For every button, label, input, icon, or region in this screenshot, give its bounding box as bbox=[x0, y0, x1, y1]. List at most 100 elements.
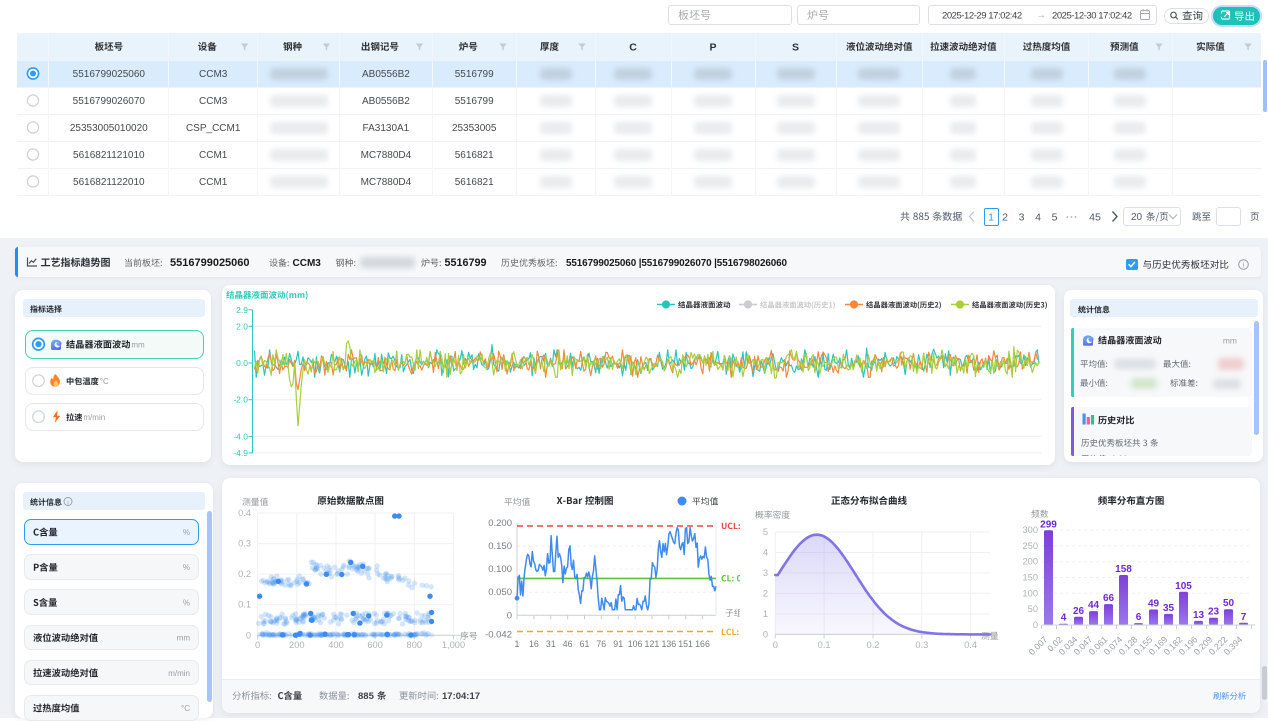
svg-text:5516799026070: 5516799026070 bbox=[73, 96, 146, 107]
svg-text:5616821: 5616821 bbox=[455, 177, 494, 188]
svg-text:158: 158 bbox=[1115, 564, 1132, 575]
svg-text:25353005: 25353005 bbox=[452, 123, 497, 134]
svg-text:600: 600 bbox=[367, 640, 383, 650]
svg-text:i: i bbox=[67, 499, 68, 506]
svg-text:1: 1 bbox=[763, 609, 768, 619]
svg-text:m/min: m/min bbox=[168, 669, 190, 678]
svg-text:300: 300 bbox=[1022, 525, 1038, 535]
svg-text:200: 200 bbox=[1022, 557, 1038, 567]
svg-text:i: i bbox=[1243, 261, 1245, 270]
svg-text:1: 1 bbox=[988, 212, 994, 224]
svg-text:46: 46 bbox=[563, 639, 573, 649]
svg-text:121: 121 bbox=[645, 639, 660, 649]
svg-text:31: 31 bbox=[546, 639, 556, 649]
svg-text:7: 7 bbox=[1241, 612, 1247, 623]
svg-text:50: 50 bbox=[1223, 598, 1235, 609]
svg-text:1: 1 bbox=[515, 639, 520, 649]
svg-text:4: 4 bbox=[763, 548, 768, 558]
svg-text:400: 400 bbox=[328, 640, 344, 650]
svg-text:5516799025060 |5516799026070 |: 5516799025060 |5516799026070 |5516798026… bbox=[566, 258, 788, 269]
svg-text:200: 200 bbox=[289, 640, 305, 650]
svg-text:44: 44 bbox=[1088, 600, 1100, 611]
svg-text:2025-12-29 17:02:42: 2025-12-29 17:02:42 bbox=[942, 11, 1022, 22]
svg-text:61: 61 bbox=[580, 639, 590, 649]
svg-text:3: 3 bbox=[1019, 212, 1025, 224]
svg-text:CCM1: CCM1 bbox=[199, 177, 228, 188]
svg-text:mm: mm bbox=[1223, 336, 1237, 346]
svg-text:49: 49 bbox=[1148, 599, 1160, 610]
svg-text:CCM1: CCM1 bbox=[199, 150, 228, 161]
svg-text:0: 0 bbox=[763, 629, 768, 639]
svg-text:100: 100 bbox=[1022, 588, 1038, 598]
svg-text:mm: mm bbox=[177, 634, 191, 643]
svg-text:-4.9: -4.9 bbox=[233, 448, 248, 458]
svg-text:0.100: 0.100 bbox=[488, 564, 512, 575]
svg-text:885: 885 bbox=[358, 691, 375, 702]
svg-text:20: 20 bbox=[1131, 212, 1143, 223]
svg-text:0.200: 0.200 bbox=[488, 518, 512, 529]
svg-text:250: 250 bbox=[1022, 541, 1038, 551]
svg-text:0: 0 bbox=[255, 640, 260, 650]
svg-text:-0.042: -0.042 bbox=[485, 630, 512, 641]
svg-text:0: 0 bbox=[507, 610, 512, 621]
svg-text:5516799025060: 5516799025060 bbox=[170, 257, 250, 269]
svg-text:5516799: 5516799 bbox=[455, 96, 494, 107]
svg-text:91: 91 bbox=[613, 639, 623, 649]
svg-text:5616821: 5616821 bbox=[455, 150, 494, 161]
svg-text:0.150: 0.150 bbox=[488, 541, 512, 552]
svg-text:2.0: 2.0 bbox=[236, 321, 248, 331]
svg-text:166: 166 bbox=[695, 639, 710, 649]
svg-text:0.050: 0.050 bbox=[488, 587, 512, 598]
svg-text:MC7880D4: MC7880D4 bbox=[361, 177, 412, 188]
svg-text:C: C bbox=[629, 42, 637, 54]
svg-text:5616821122010: 5616821122010 bbox=[73, 177, 145, 188]
svg-text:25353005010020: 25353005010020 bbox=[70, 123, 148, 134]
svg-text:17:04:17: 17:04:17 bbox=[442, 691, 480, 702]
svg-text:CSP_CCM1: CSP_CCM1 bbox=[186, 123, 241, 134]
svg-text:0: 0 bbox=[1033, 620, 1038, 630]
svg-text:0.3: 0.3 bbox=[238, 539, 251, 549]
svg-text:5: 5 bbox=[763, 527, 768, 537]
svg-text:FA3130A1: FA3130A1 bbox=[363, 123, 410, 134]
svg-text:2: 2 bbox=[763, 588, 768, 598]
svg-text:76: 76 bbox=[596, 639, 606, 649]
svg-text:0.1: 0.1 bbox=[238, 600, 251, 610]
svg-text:%: % bbox=[183, 598, 190, 607]
svg-text:0.4: 0.4 bbox=[238, 508, 251, 518]
svg-text:4: 4 bbox=[1035, 212, 1041, 224]
svg-text:45: 45 bbox=[1089, 212, 1101, 224]
svg-text:P: P bbox=[709, 42, 716, 54]
svg-text:35: 35 bbox=[1163, 603, 1175, 614]
svg-text:106: 106 bbox=[628, 639, 643, 649]
svg-text:3: 3 bbox=[763, 568, 768, 578]
svg-text:2: 2 bbox=[1002, 212, 1008, 224]
svg-text:AB0556B2: AB0556B2 bbox=[362, 69, 410, 80]
svg-text:S: S bbox=[792, 42, 799, 54]
svg-text:66: 66 bbox=[1103, 593, 1115, 604]
svg-text:5616821121010: 5616821121010 bbox=[73, 150, 145, 161]
svg-text:%: % bbox=[183, 528, 190, 537]
svg-text:5: 5 bbox=[1052, 212, 1058, 224]
svg-text:m/min: m/min bbox=[83, 413, 105, 422]
svg-text:5516799: 5516799 bbox=[445, 257, 487, 269]
svg-text:4: 4 bbox=[1061, 613, 1067, 624]
svg-text:151: 151 bbox=[678, 639, 693, 649]
svg-text:5516799025060: 5516799025060 bbox=[73, 69, 146, 80]
svg-text:0.0: 0.0 bbox=[236, 358, 248, 368]
svg-text:CCM3: CCM3 bbox=[199, 69, 228, 80]
svg-text:°C: °C bbox=[100, 377, 109, 386]
svg-text:MC7880D4: MC7880D4 bbox=[361, 150, 412, 161]
svg-text:23: 23 bbox=[1208, 607, 1220, 618]
svg-text:→: → bbox=[1036, 10, 1046, 21]
svg-text:0.2: 0.2 bbox=[867, 640, 880, 650]
svg-text:CCM3: CCM3 bbox=[293, 258, 322, 269]
svg-text:0.4: 0.4 bbox=[964, 640, 977, 650]
svg-text:1,000: 1,000 bbox=[442, 640, 465, 650]
svg-text:105: 105 bbox=[1175, 581, 1192, 592]
svg-text:CCM3: CCM3 bbox=[199, 96, 228, 107]
svg-text:13: 13 bbox=[1193, 610, 1205, 621]
svg-text:%: % bbox=[183, 563, 190, 572]
svg-text:mm: mm bbox=[131, 341, 145, 350]
svg-text:°C: °C bbox=[181, 704, 190, 713]
svg-text:0: 0 bbox=[773, 640, 778, 650]
